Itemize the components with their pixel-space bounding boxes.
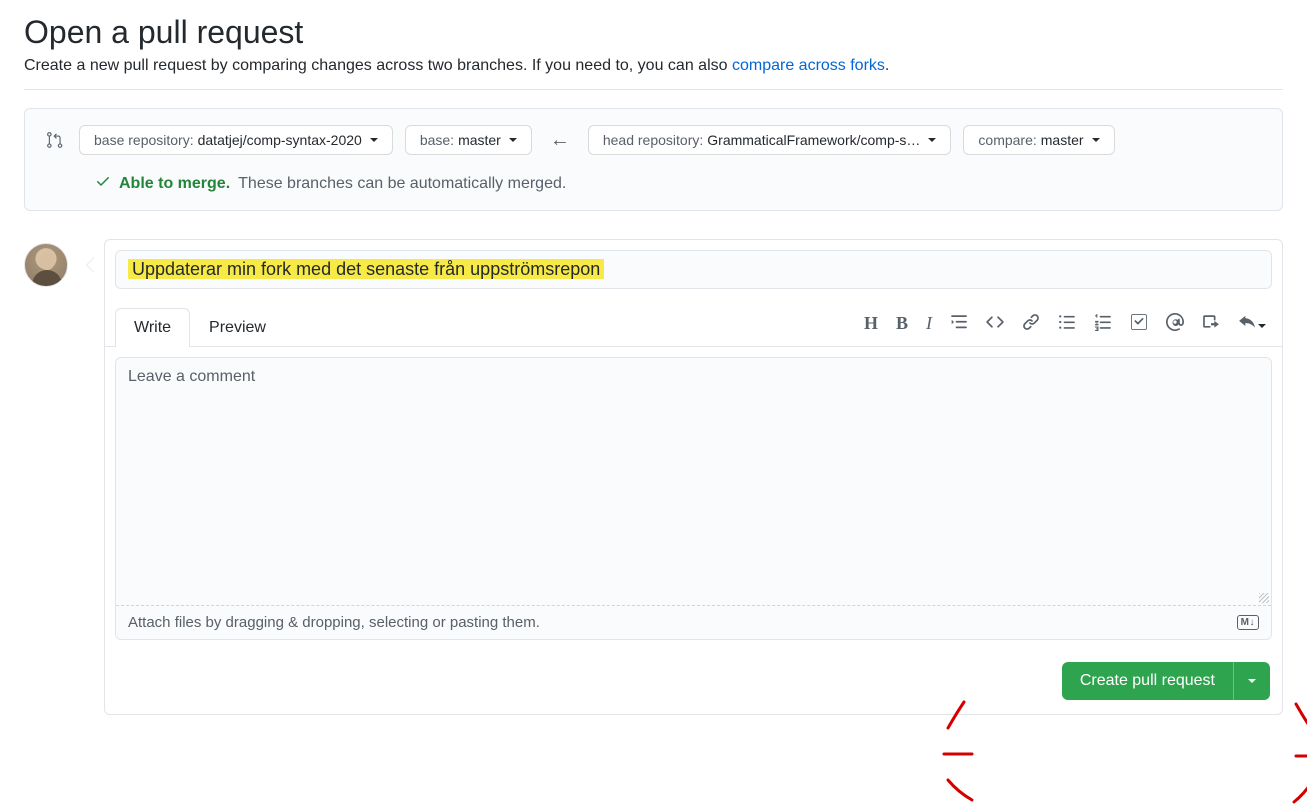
git-compare-icon: [43, 131, 67, 149]
compare-box: base repository: datatjej/comp-syntax-20…: [24, 108, 1283, 211]
create-pull-request-button-group: Create pull request: [1062, 662, 1270, 700]
comment-box: Uppdaterar min fork med det senaste från…: [104, 239, 1283, 715]
caret-down-icon: [370, 138, 378, 146]
bullet-list-icon[interactable]: [1058, 313, 1076, 336]
markdown-toolbar: H B I: [858, 307, 1272, 346]
annotation-strokes: [1282, 696, 1307, 806]
caret-down-icon: [1248, 679, 1256, 687]
preview-tab[interactable]: Preview: [190, 308, 285, 347]
heading-icon[interactable]: H: [864, 313, 878, 336]
check-icon: [95, 173, 111, 194]
caret-down-icon: [1258, 324, 1266, 332]
cross-reference-icon[interactable]: [1202, 313, 1220, 336]
header-divider: [24, 89, 1283, 90]
caret-down-icon: [928, 138, 936, 146]
reply-icon[interactable]: [1238, 313, 1266, 336]
quote-icon[interactable]: [950, 313, 968, 336]
comment-textarea[interactable]: Leave a comment: [116, 358, 1271, 606]
write-tab[interactable]: Write: [115, 308, 190, 347]
attach-hint[interactable]: Attach files by dragging & dropping, sel…: [128, 614, 540, 631]
avatar[interactable]: [24, 243, 68, 287]
markdown-badge-icon[interactable]: M↓: [1237, 615, 1259, 630]
italic-icon[interactable]: I: [926, 313, 932, 336]
resize-grip[interactable]: [1259, 593, 1269, 603]
create-pull-request-dropdown[interactable]: [1233, 662, 1270, 700]
page-subtitle: Create a new pull request by comparing c…: [24, 57, 1283, 75]
compare-branch-selector[interactable]: compare: master: [963, 125, 1114, 155]
able-to-merge-text: Able to merge.: [119, 175, 230, 193]
base-branch-selector[interactable]: base: master: [405, 125, 532, 155]
merge-status: Able to merge. These branches can be aut…: [95, 173, 1264, 194]
compare-across-forks-link[interactable]: compare across forks: [732, 57, 885, 74]
page-title: Open a pull request: [24, 14, 1283, 51]
pr-title-input[interactable]: Uppdaterar min fork med det senaste från…: [115, 250, 1272, 289]
code-icon[interactable]: [986, 313, 1004, 336]
comment-placeholder: Leave a comment: [128, 368, 255, 385]
create-pull-request-button[interactable]: Create pull request: [1062, 662, 1233, 700]
link-icon[interactable]: [1022, 313, 1040, 336]
mention-icon[interactable]: [1166, 313, 1184, 336]
numbered-list-icon[interactable]: [1094, 313, 1112, 336]
base-repo-selector[interactable]: base repository: datatjej/comp-syntax-20…: [79, 125, 393, 155]
head-repo-selector[interactable]: head repository: GrammaticalFramework/co…: [588, 125, 952, 155]
merge-description: These branches can be automatically merg…: [238, 175, 566, 193]
task-list-icon[interactable]: [1130, 313, 1148, 336]
caret-down-icon: [1092, 138, 1100, 146]
bold-icon[interactable]: B: [896, 313, 908, 336]
highlighted-text: Uppdaterar min fork med det senaste från…: [128, 259, 604, 279]
caret-down-icon: [509, 138, 517, 146]
arrow-left-icon: ←: [544, 129, 576, 152]
